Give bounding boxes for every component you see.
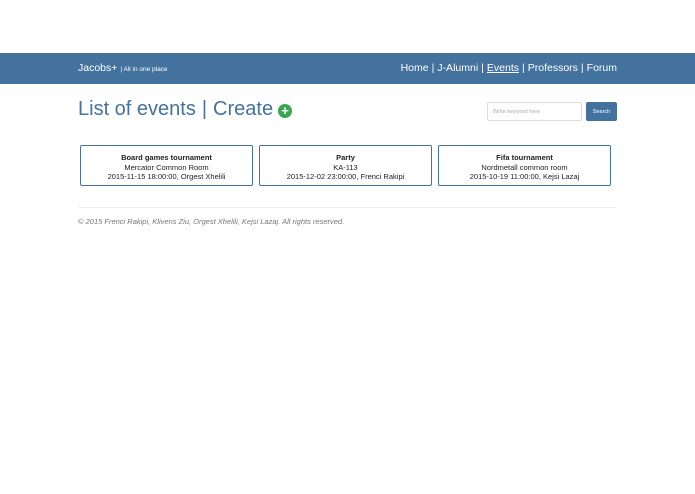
create-link[interactable]: Create [213,98,273,121]
title-separator: | [201,98,208,120]
event-list: Board games tournament Mercator Common R… [80,145,611,186]
event-location: Nordmetall common room [481,162,568,172]
event-name: Fifa tournament [496,153,553,162]
event-meta: 2015-11-15 18:00:00, Orgest Xhelili [107,172,226,181]
brand-name[interactable]: Jacobs+ [78,62,117,74]
event-location: KA-113 [333,162,358,172]
main-nav: Home | J-Alumni | Events | Professors | Forum [401,62,617,74]
page-title: List of events | Create + [78,98,293,121]
page-title-text: List of events [78,98,196,120]
event-meta: 2015-10-19 11:00:00, Kejsi Lazaj [469,172,580,181]
nav-separator: | [580,62,584,74]
footer-divider [78,207,617,208]
nav-events[interactable]: Events [487,62,519,74]
event-name: Board games tournament [121,153,212,162]
search-button[interactable]: Search [586,102,617,121]
nav-separator: | [431,62,435,74]
search-input[interactable] [487,102,582,121]
nav-j-alumni[interactable]: J-Alumni [437,62,478,74]
event-card[interactable]: Party KA-113 2015-12-02 23:00:00, Frenci… [259,145,432,186]
event-meta: 2015-12-02 23:00:00, Frenci Rakipi [286,172,405,181]
event-card[interactable]: Fifa tournament Nordmetall common room 2… [438,145,611,186]
nav-separator: | [481,62,484,74]
event-name: Party [336,153,355,162]
brand[interactable]: Jacobs+ | All in one place [78,62,168,74]
add-event-icon[interactable]: + [278,104,293,118]
nav-separator: | [522,62,525,74]
nav-forum[interactable]: Forum [587,62,617,74]
event-location: Mercator Common Room [124,162,209,172]
nav-professors[interactable]: Professors [528,62,578,74]
event-card[interactable]: Board games tournament Mercator Common R… [80,145,253,186]
footer-copyright: © 2015 Frenci Rakipi, Klivens Ziu, Orges… [78,217,345,226]
nav-home[interactable]: Home [401,62,429,74]
brand-tagline: | All in one place [120,66,168,73]
navbar: Jacobs+ | All in one place Home | J-Alumni… [0,53,695,84]
